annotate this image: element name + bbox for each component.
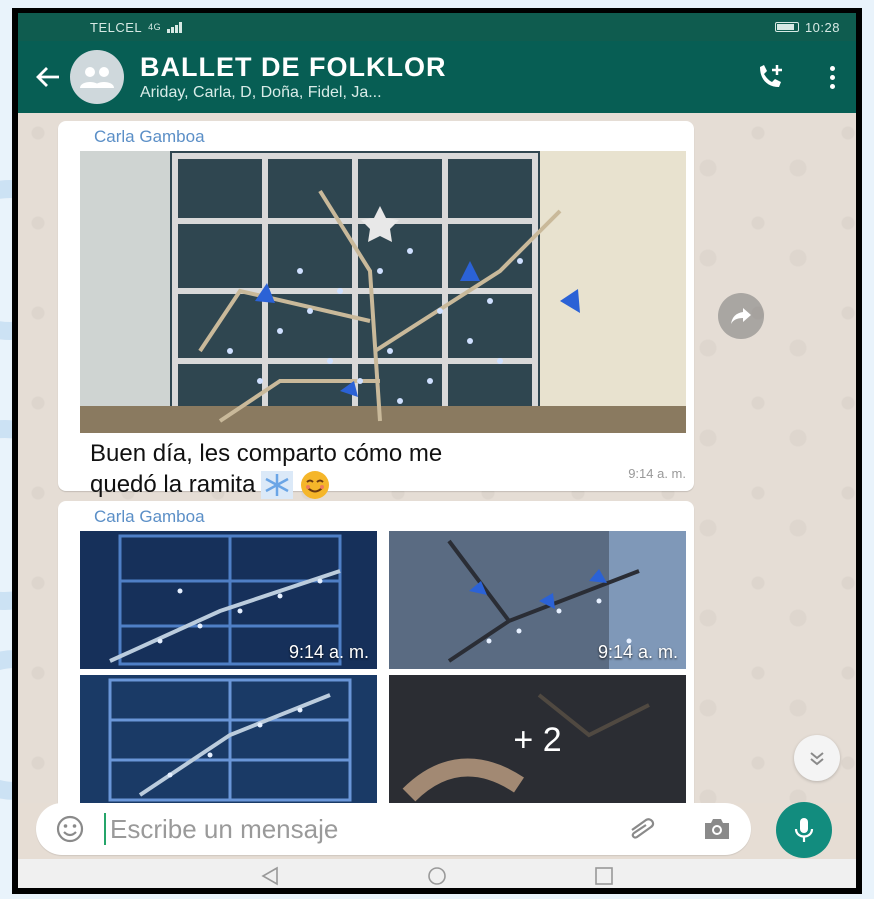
voice-message-button[interactable] [776, 802, 832, 858]
network-type: 4G [148, 22, 162, 32]
forward-button[interactable] [718, 293, 764, 339]
message-text: Buen día, les comparto cómo me quedó la … [90, 439, 442, 501]
attach-button[interactable] [623, 809, 663, 849]
scroll-down-icon [810, 752, 824, 766]
message-input[interactable] [104, 813, 623, 845]
mic-icon [794, 818, 814, 842]
status-bar: TELCEL 4G 10:28 [18, 13, 856, 41]
photo-content [80, 151, 686, 433]
forward-icon [731, 308, 751, 324]
attach-icon [631, 818, 655, 839]
photo-time: 9:14 a. m. [288, 642, 369, 662]
album-photo[interactable] [80, 675, 377, 805]
signal-icon [167, 21, 183, 33]
add-call-button[interactable] [740, 47, 800, 107]
message-text-line: quedó la ramita [90, 471, 256, 498]
clock: 10:28 [804, 19, 840, 35]
add-call-icon [760, 65, 782, 87]
back-button[interactable] [26, 47, 70, 107]
group-title: BALLET DE FOLKLOR [140, 52, 447, 82]
message-sender: Carla Gamboa [94, 127, 205, 146]
message-text-line: Buen día, les comparto cómo me [90, 440, 443, 467]
album-photo-more[interactable]: + 2 [389, 675, 686, 805]
more-options-button[interactable] [812, 47, 852, 107]
battery-icon [774, 22, 799, 32]
system-nav-bar [18, 859, 856, 888]
carrier-name: TELCEL [90, 19, 143, 35]
message-photo[interactable] [80, 151, 686, 433]
phone-frame: TELCEL 4G 10:28 BALLET DE FOLKLOR Ariday… [12, 8, 862, 894]
more-photos-count: + 2 [389, 675, 686, 805]
chat-header: BALLET DE FOLKLOR Ariday, Carla, D, Doña… [18, 41, 856, 113]
message-bubble[interactable]: Carla Gamboa [58, 121, 694, 499]
group-avatar[interactable] [70, 50, 124, 104]
nav-back-icon[interactable] [259, 865, 281, 887]
group-members: Ariday, Carla, D, Doña, Fidel, Ja... [140, 84, 382, 101]
message-time: 9:14 a. m. [628, 466, 686, 481]
scroll-down-button[interactable] [794, 735, 840, 781]
smiling-face-icon [301, 471, 330, 499]
snowflake-icon [261, 471, 294, 499]
photo-content [80, 675, 377, 805]
emoji-icon [56, 815, 84, 843]
album-photo[interactable]: 9:14 a. m. [80, 531, 377, 669]
message-bubble[interactable]: Carla Gamboa [58, 501, 694, 811]
screen: TELCEL 4G 10:28 BALLET DE FOLKLOR Ariday… [18, 13, 856, 888]
emoji-button[interactable] [50, 809, 90, 849]
camera-button[interactable] [697, 809, 737, 849]
camera-icon [705, 819, 729, 839]
message-input-bar [36, 803, 751, 855]
photo-time: 9:14 a. m. [597, 642, 678, 662]
nav-home-icon[interactable] [426, 865, 448, 887]
message-sender: Carla Gamboa [94, 507, 205, 526]
more-vert-icon [829, 65, 835, 71]
back-arrow-icon [36, 67, 59, 87]
group-avatar-icon [80, 67, 114, 88]
nav-recents-icon[interactable] [593, 865, 615, 887]
chat-title-block[interactable]: BALLET DE FOLKLOR Ariday, Carla, D, Doña… [140, 52, 740, 102]
album-photo[interactable]: 9:14 a. m. [389, 531, 686, 669]
chat-area[interactable]: Carla Gamboa Buen día, les comparto cómo… [18, 113, 856, 811]
